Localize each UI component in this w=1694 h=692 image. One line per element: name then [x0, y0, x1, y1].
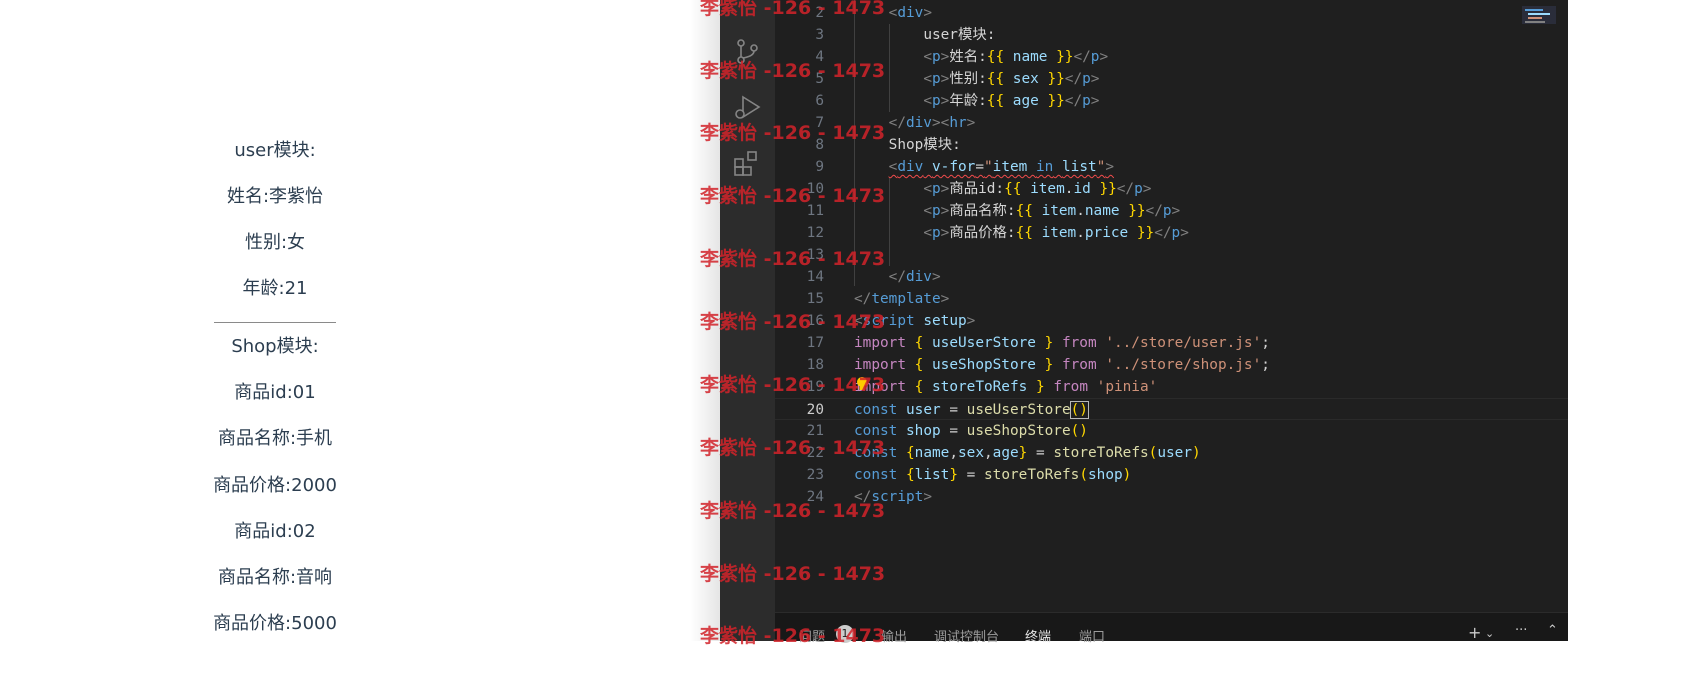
item-price-line: 商品价格:2000	[213, 475, 337, 496]
code-line: 18 import { useShopStore } from '../store…	[806, 357, 1270, 373]
horizontal-rule	[214, 322, 336, 323]
chevron-down-icon[interactable]: ⌄	[1485, 627, 1494, 640]
user-module-heading: user模块:	[234, 140, 316, 161]
watermark: 李紫怡 -126 - 1473	[700, 248, 886, 270]
code-line: 24 </script>	[806, 489, 932, 505]
code-line: 7 </div><hr>	[815, 115, 976, 131]
code-line: 12 <p>商品价格:{{ item.price }}</p>	[806, 225, 1189, 241]
item-price-line: 商品价格:5000	[213, 613, 337, 634]
watermark: 李紫怡 -126 - 1473	[700, 500, 886, 522]
code-line: 16 <script setup>	[806, 313, 976, 329]
item-name-line: 商品名称:音响	[217, 567, 333, 588]
minimap-icon[interactable]	[1522, 4, 1556, 26]
more-actions-icon[interactable]: ···	[1515, 623, 1527, 638]
watermark: 李紫怡 -126 - 1473	[700, 437, 886, 459]
code-line: 15 </template>	[806, 291, 950, 307]
code-line: 2 <div>	[815, 5, 932, 21]
extensions-icon[interactable]	[732, 149, 762, 179]
watermark: 李紫怡 -126 - 1473	[700, 122, 886, 144]
watermark: 李紫怡 -126 - 1473	[700, 311, 886, 333]
bottom-panel: 问题 1 输出 调试控制台 终端 端口 + ⌄ ··· ⌃	[775, 612, 1568, 645]
code-editor[interactable]: 2 <div> 3 user模块: 4 <p>姓名:{{ name }}</p>…	[775, 0, 1568, 612]
code-line: 19 import { storeToRefs } from 'pinia'	[806, 379, 1158, 395]
watermark: 李紫怡 -126 - 1473	[700, 625, 886, 647]
code-line: 22 const {name,sex,age} = storeToRefs(use…	[806, 445, 1201, 461]
code-line: 5 <p>性别:{{ sex }}</p>	[815, 71, 1100, 87]
code-line: 4 <p>姓名:{{ name }}</p>	[815, 49, 1109, 65]
watermark: 李紫怡 -126 - 1473	[700, 563, 886, 585]
item-name-line: 商品名称:手机	[217, 428, 333, 449]
watermark: 李紫怡 -126 - 1473	[700, 374, 886, 396]
tab-ports[interactable]: 端口	[1079, 626, 1105, 645]
code-line: 9 <div v-for="item in list">	[815, 159, 1114, 175]
minimize-icon[interactable]: ⌃	[1547, 623, 1558, 638]
code-line: 21 const shop = useShopStore()	[806, 423, 1088, 439]
user-name-line: 姓名:李紫怡	[226, 186, 324, 207]
code-line: 8 Shop模块:	[815, 137, 961, 153]
code-line: 11 <p>商品名称:{{ item.name }}</p>	[806, 203, 1181, 219]
tab-debug-console[interactable]: 调试控制台	[934, 626, 999, 645]
watermark: 李紫怡 -126 - 1473	[700, 60, 886, 82]
user-age-line: 年龄:21	[242, 278, 308, 299]
browser-preview: user模块: 姓名:李紫怡 性别:女 年龄:21 Shop模块: 商品id:0…	[0, 0, 720, 641]
code-line: 14 </div>	[806, 269, 941, 285]
code-line: 10 <p>商品id:{{ item.id }}</p>	[806, 181, 1152, 197]
item-id-line: 商品id:02	[234, 521, 316, 542]
code-line: 6 <p>年龄:{{ age }}</p>	[815, 93, 1100, 109]
code-line-current: 20 const user = useUserStore()	[775, 398, 1568, 420]
watermark: 李紫怡 -126 - 1473	[700, 185, 886, 207]
shop-module-heading: Shop模块:	[231, 336, 319, 357]
code-line: 13	[806, 247, 824, 263]
code-line: 23 const {list} = storeToRefs(shop)	[806, 467, 1132, 483]
code-line: 17 import { useUserStore } from '../store…	[806, 335, 1270, 351]
code-line: 3 user模块:	[815, 27, 996, 43]
add-terminal-icon[interactable]: +	[1468, 623, 1481, 642]
user-sex-line: 性别:女	[244, 232, 306, 253]
watermark: 李紫怡 -126 - 1473	[700, 0, 886, 19]
tab-terminal[interactable]: 终端	[1025, 626, 1051, 645]
item-id-line: 商品id:01	[234, 382, 316, 403]
